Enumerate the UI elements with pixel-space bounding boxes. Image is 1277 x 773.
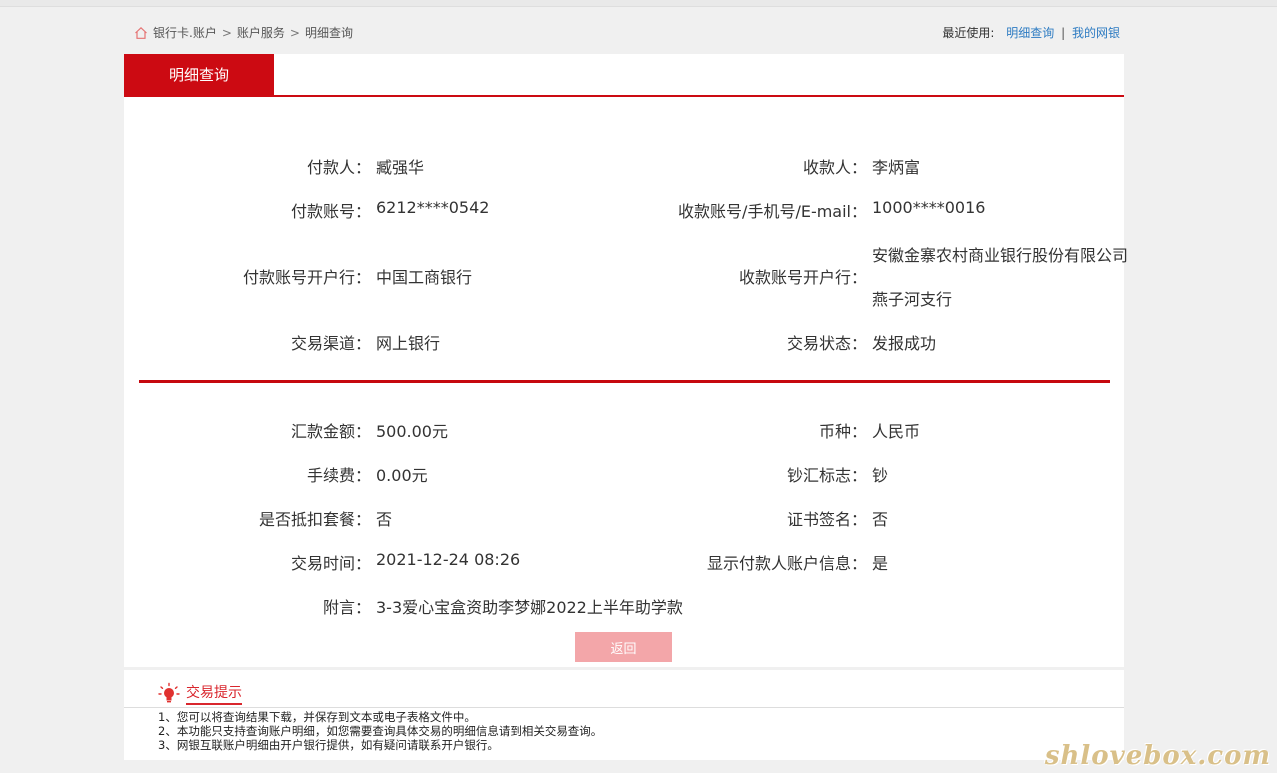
payer-bank-value: 中国工商银行 [376, 268, 473, 287]
time-label: 交易时间： [290, 554, 371, 573]
breadcrumb-item-account-service[interactable]: 账户服务 [237, 24, 285, 41]
home-icon[interactable] [134, 26, 148, 40]
payee-account-value: 1000****0016 [872, 198, 986, 217]
fee-value: 0.00元 [376, 466, 428, 485]
cert-label: 证书签名： [786, 510, 867, 529]
note-value: 3-3爱心宝盒资助李梦娜2022上半年助学款 [376, 598, 683, 617]
breadcrumb-bar: 银行卡.账户 > 账户服务 > 明细查询 最近使用: 明细查询 | 我的网银 [124, 24, 1124, 44]
back-button[interactable]: 返回 [575, 632, 672, 662]
breadcrumb-item-detail-query: 明细查询 [304, 26, 353, 40]
cash-flag-label: 钞汇标志： [786, 466, 867, 485]
tip-line: 2、本功能只支持查询账户明细，如您需要查询具体交易的明细信息请到相关交易查询。 [158, 724, 603, 738]
recent-used: 最近使用: 明细查询 | 我的网银 [942, 24, 1120, 41]
tip-line: 3、网银互联账户明细由开户银行提供，如有疑问请联系开户银行。 [158, 738, 499, 752]
payee-value: 李炳富 [872, 158, 921, 177]
tips-header: 交易提示 [158, 680, 242, 706]
payee-account-label: 收款账号/手机号/E-mail： [678, 202, 867, 221]
channel-value: 网上银行 [376, 334, 441, 353]
package-label: 是否抵扣套餐： [258, 510, 371, 529]
amount-label: 汇款金额： [290, 422, 371, 441]
recent-separator: | [1061, 26, 1066, 40]
package-value: 否 [376, 510, 393, 529]
show-payer-label: 显示付款人账户信息： [706, 554, 867, 573]
tab-bar: 明细查询 [124, 54, 1124, 97]
top-border [0, 0, 1277, 7]
time-value: 2021-12-24 08:26 [376, 550, 521, 569]
currency-label: 币种： [818, 422, 867, 441]
recent-link-detail-query[interactable]: 明细查询 [1006, 26, 1054, 40]
payer-value: 臧强华 [376, 158, 425, 177]
status-label: 交易状态： [786, 334, 867, 353]
breadcrumb-item-card-account[interactable]: 银行卡.账户 [153, 24, 217, 41]
status-value: 发报成功 [872, 334, 937, 353]
tips-divider [124, 707, 1124, 708]
breadcrumb: 银行卡.账户 > 账户服务 > 明细查询 [134, 24, 353, 41]
payer-account-value: 6212****0542 [376, 198, 490, 217]
section-divider [139, 380, 1110, 383]
payer-bank-label: 付款账号开户行： [242, 268, 371, 287]
site-watermark: shlovebox.com [1044, 741, 1271, 771]
tips-list: 1、您可以将查询结果下载，并保存到文本或电子表格文件中。 2、本功能只支持查询账… [158, 710, 602, 752]
breadcrumb-separator: > [221, 25, 232, 40]
tips-section: 交易提示 1、您可以将查询结果下载，并保存到文本或电子表格文件中。 2、本功能只… [124, 670, 1124, 760]
currency-value: 人民币 [872, 422, 921, 441]
channel-label: 交易渠道： [290, 334, 371, 353]
payer-label: 付款人： [306, 158, 371, 177]
tips-title: 交易提示 [186, 682, 242, 705]
amount-value: 500.00元 [376, 422, 448, 441]
note-label: 附言： [322, 598, 371, 617]
recent-link-my-ebank[interactable]: 我的网银 [1072, 26, 1120, 40]
payee-bank-label: 收款账号开户行： [738, 268, 867, 287]
payee-bank-value-line2: 燕子河支行 [872, 290, 953, 309]
show-payer-value: 是 [872, 554, 889, 573]
payer-account-label: 付款账号： [290, 202, 371, 221]
recent-label: 最近使用: [942, 26, 995, 40]
breadcrumb-separator: > [289, 25, 300, 40]
tab-detail-query[interactable]: 明细查询 [124, 54, 274, 95]
lightbulb-icon [158, 682, 180, 703]
cash-flag-value: 钞 [872, 466, 889, 485]
cert-value: 否 [872, 510, 889, 529]
detail-panel: 明细查询 付款人： 臧强华 收款人： 李炳富 付款账号： 6212****054… [124, 54, 1128, 667]
payee-label: 收款人： [802, 158, 867, 177]
tip-line: 1、您可以将查询结果下载，并保存到文本或电子表格文件中。 [158, 710, 476, 724]
fee-label: 手续费： [306, 466, 371, 485]
payee-bank-value-line1: 安徽金寨农村商业银行股份有限公司 [872, 246, 1129, 265]
